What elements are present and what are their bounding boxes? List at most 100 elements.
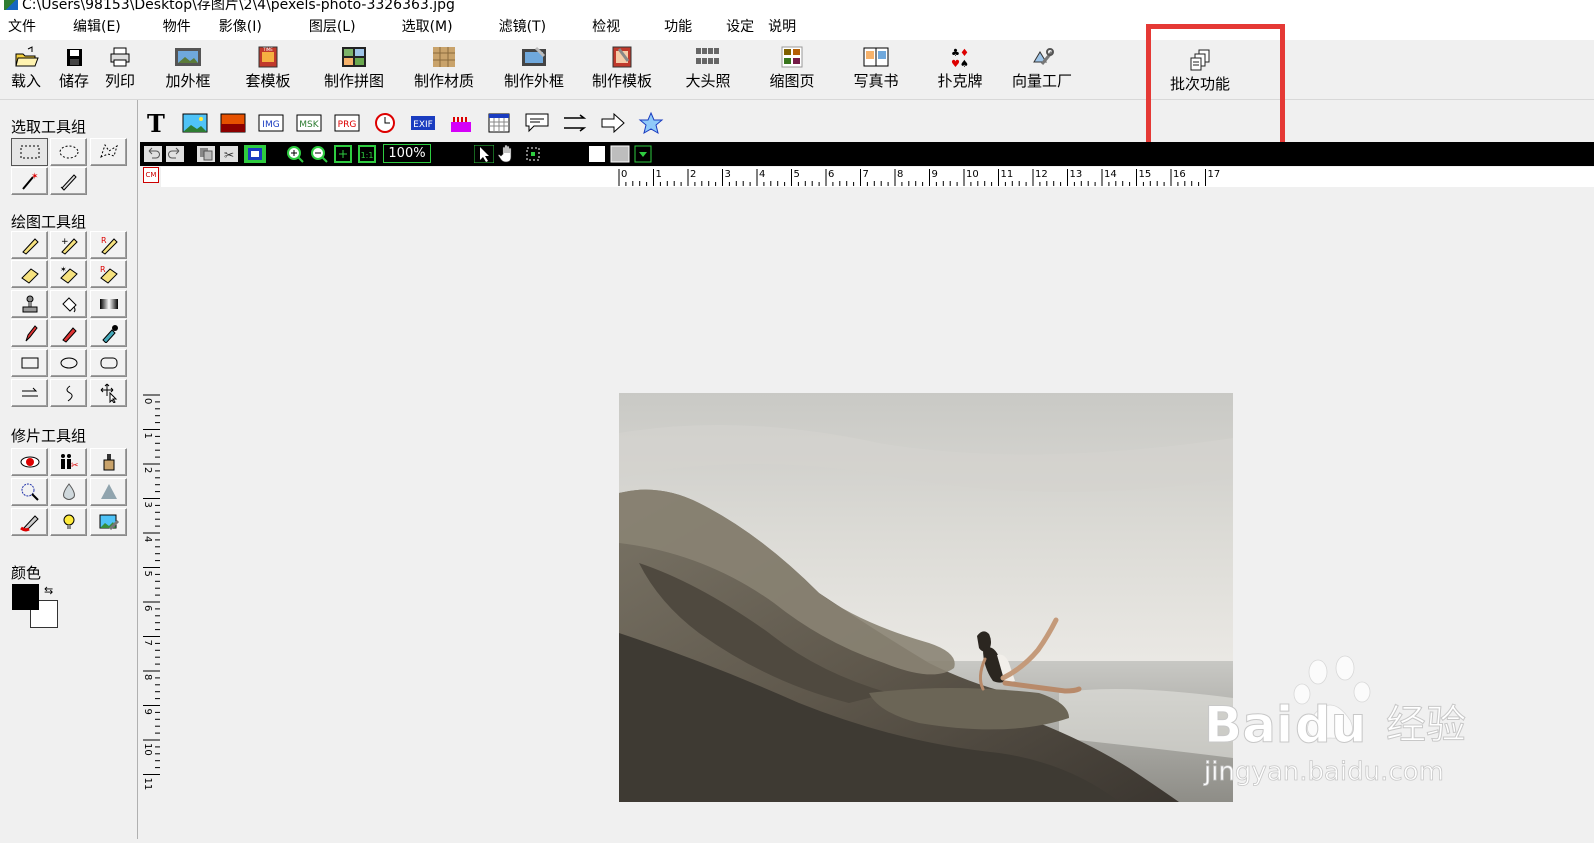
load-button[interactable]: 载入: [8, 46, 44, 98]
make-collage-button[interactable]: 制作拼图: [318, 46, 390, 98]
crop-select-button[interactable]: [524, 145, 542, 163]
undo-button[interactable]: [144, 145, 162, 163]
copy-icon: [197, 146, 215, 162]
save-button[interactable]: 储存: [56, 46, 92, 98]
move-cursor-icon: [100, 383, 117, 403]
eyedropper-tool[interactable]: [90, 319, 127, 347]
stamp-tool[interactable]: [11, 290, 48, 318]
zoom-out-button[interactable]: [310, 145, 328, 163]
print-button[interactable]: 列印: [102, 46, 138, 98]
clock-button[interactable]: [372, 111, 398, 135]
eraser-tool[interactable]: [11, 260, 48, 288]
zoom-in-button[interactable]: [286, 145, 304, 163]
id-photo-button[interactable]: 大头照: [680, 46, 736, 98]
curve-tool[interactable]: [50, 379, 87, 407]
photo-book-button[interactable]: 写真书: [848, 46, 904, 98]
lasso-select-tool[interactable]: [90, 138, 127, 166]
color-dropdown[interactable]: [634, 145, 652, 163]
menu-function[interactable]: 功能: [654, 14, 716, 40]
cutout-tool[interactable]: ✂: [50, 448, 87, 476]
menu-view[interactable]: 检视: [582, 14, 654, 40]
make-frame-button[interactable]: 制作外框: [498, 46, 570, 98]
red-eye-tool[interactable]: [11, 448, 48, 476]
rect-select-tool[interactable]: [11, 138, 48, 166]
thumbnail-page-button[interactable]: 缩图页: [764, 46, 820, 98]
menu-layer[interactable]: 图层(L): [299, 14, 392, 40]
cut-button[interactable]: ✂: [220, 145, 238, 163]
fill-tool[interactable]: [50, 290, 87, 318]
calendar-button[interactable]: [486, 111, 512, 135]
image-canvas[interactable]: [619, 393, 1233, 802]
paste-button[interactable]: [244, 145, 266, 163]
fit-window-button[interactable]: [334, 145, 352, 163]
eraser-plus-icon: ✶: [60, 265, 78, 284]
menu-select[interactable]: 选取(M): [392, 14, 489, 40]
img-object-button[interactable]: IMG: [258, 111, 284, 135]
cake-button[interactable]: [448, 111, 474, 135]
gradient-tool[interactable]: [90, 290, 127, 318]
straighten-tool[interactable]: [90, 448, 127, 476]
batch-button[interactable]: 批次功能: [1164, 49, 1236, 101]
msk-label-icon: MSK: [296, 114, 322, 132]
image-repair-tool[interactable]: [90, 508, 127, 536]
text-tool-button[interactable]: T: [144, 111, 170, 135]
star-shape-button[interactable]: [638, 111, 664, 135]
add-frame-button[interactable]: 加外框: [160, 46, 216, 98]
select-brush-tool[interactable]: [50, 167, 87, 195]
rounded-rect-tool[interactable]: [90, 349, 127, 377]
foreground-color-swatch[interactable]: [12, 584, 39, 610]
exif-button[interactable]: EXIF: [410, 111, 436, 135]
swap-colors-icon[interactable]: ⇆: [44, 584, 53, 597]
vertical-ruler: 0 1 2 3 4 5 6 7 8 9 10 11: [141, 187, 161, 839]
draw-group-label: 绘图工具组: [11, 213, 87, 231]
zoom-out-icon: [311, 146, 328, 163]
smudge-tool[interactable]: [11, 508, 48, 536]
brush-red-tool[interactable]: R: [90, 231, 127, 259]
color-white-swatch[interactable]: [588, 145, 606, 163]
move-tool[interactable]: [90, 379, 127, 407]
actual-size-button[interactable]: 1:1: [358, 145, 376, 163]
make-template-button[interactable]: 制作模板: [586, 46, 658, 98]
svg-text:IMG: IMG: [262, 120, 279, 130]
blur-tool[interactable]: [50, 478, 87, 506]
brush-plus-tool[interactable]: +: [50, 231, 87, 259]
speech-bubble-button[interactable]: [524, 111, 550, 135]
ellipse-select-tool[interactable]: [50, 138, 87, 166]
copy-button[interactable]: [197, 145, 215, 163]
hand-tool-button[interactable]: [498, 145, 518, 163]
menu-help[interactable]: 说明: [758, 14, 808, 40]
insert-image-button[interactable]: [182, 111, 208, 135]
apply-template-button[interactable]: TIME 套模板: [240, 46, 296, 98]
vector-factory-button[interactable]: 向量工厂: [1006, 46, 1078, 98]
arrow-line-button[interactable]: [562, 111, 588, 135]
make-material-button[interactable]: 制作材质: [408, 46, 480, 98]
prg-object-button[interactable]: PRG: [334, 111, 360, 135]
menu-file[interactable]: 文件: [0, 14, 63, 40]
rectangle-tool[interactable]: [11, 349, 48, 377]
menu-edit[interactable]: 编辑(E): [63, 14, 153, 40]
arrow-shape-button[interactable]: [600, 111, 626, 135]
face-select-tool[interactable]: [11, 478, 48, 506]
brush-tool[interactable]: [11, 231, 48, 259]
magic-wand-icon: ✶: [21, 172, 38, 190]
poker-button[interactable]: ♣ ♦ ♥ ♠ 扑克牌: [932, 46, 988, 98]
insert-sunset-button[interactable]: [220, 111, 246, 135]
sharpen-tool[interactable]: [90, 478, 127, 506]
marker-tool[interactable]: [50, 319, 87, 347]
menu-image[interactable]: 影像(I): [209, 14, 299, 40]
brighten-tool[interactable]: [50, 508, 87, 536]
exif-icon: EXIF: [411, 116, 435, 130]
ellipse-tool[interactable]: [50, 349, 87, 377]
eraser-plus-tool[interactable]: ✶: [50, 260, 87, 288]
magic-wand-tool[interactable]: ✶: [11, 167, 48, 195]
pencil-tool[interactable]: [11, 319, 48, 347]
pointer-tool-button[interactable]: [474, 145, 494, 163]
menu-settings[interactable]: 设定: [716, 14, 758, 40]
eraser-red-tool[interactable]: R: [90, 260, 127, 288]
redo-button[interactable]: [166, 145, 184, 163]
msk-object-button[interactable]: MSK: [296, 111, 322, 135]
line-tool[interactable]: [11, 379, 48, 407]
color-gray-swatch[interactable]: [610, 145, 630, 163]
menu-object[interactable]: 物件: [153, 14, 209, 40]
menu-filter[interactable]: 滤镜(T): [489, 14, 582, 40]
